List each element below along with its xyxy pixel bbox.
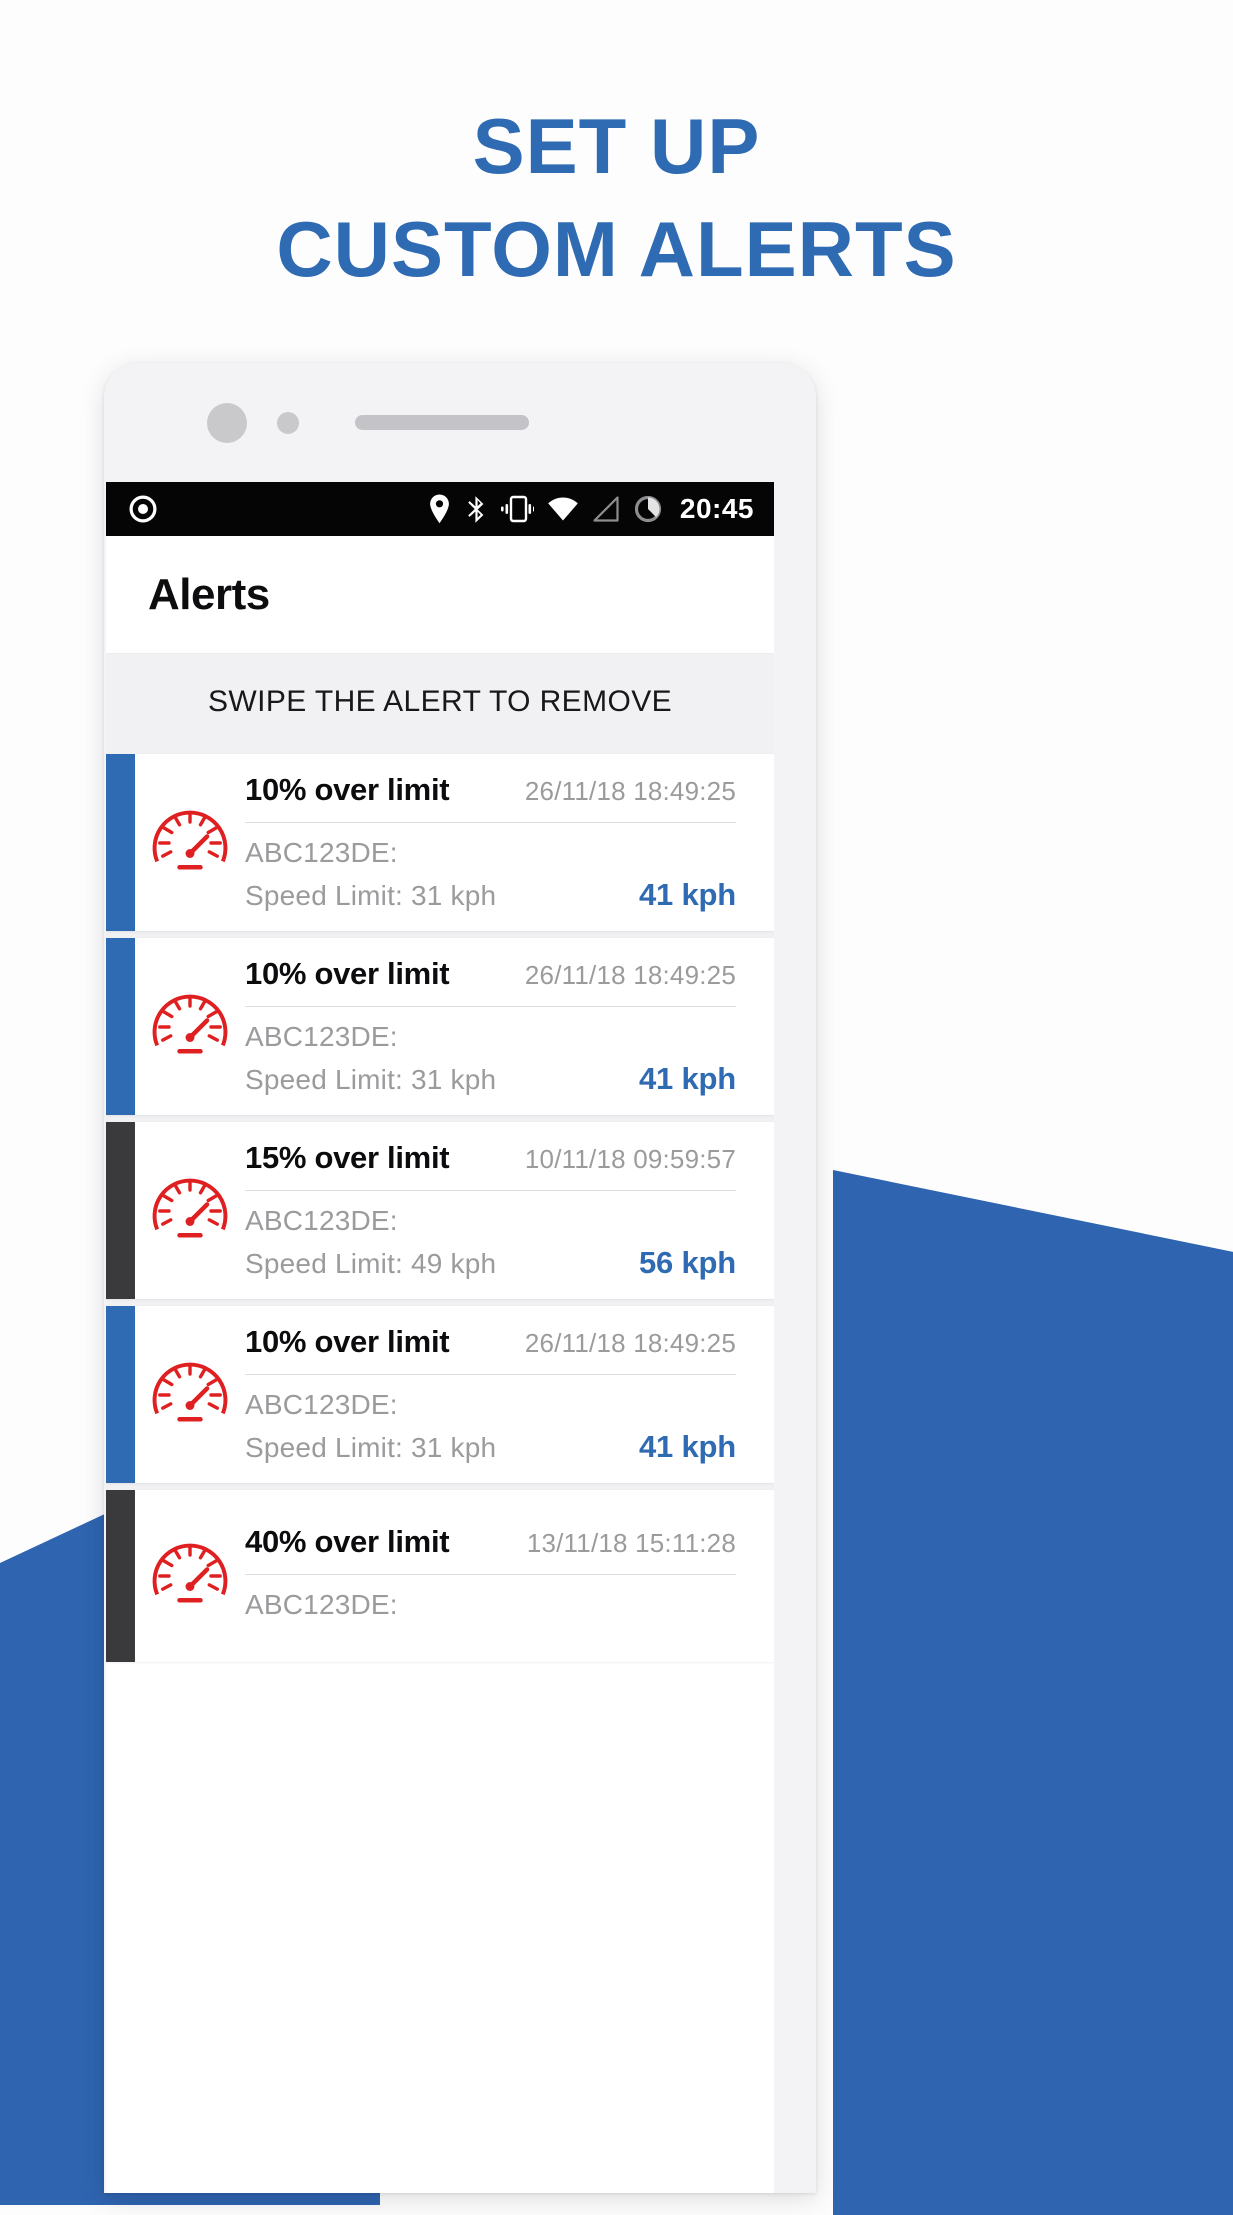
alert-detail-row: Speed Limit: 31 kph 41 kph (245, 1429, 736, 1465)
alert-vehicle-plate: ABC123DE: (245, 1588, 398, 1620)
alert-card-4[interactable]: 40% over limit 13/11/18 15:11:28 ABC123D… (106, 1490, 774, 1662)
alert-icon-wrap (135, 754, 245, 931)
alert-icon-wrap (135, 938, 245, 1115)
alert-vehicle-plate: ABC123DE: (245, 1021, 398, 1052)
cell-signal-icon (593, 496, 619, 522)
alert-timestamp: 10/11/18 09:59:57 (524, 1144, 736, 1174)
speedometer-icon (152, 810, 228, 870)
battery-circle-icon (634, 495, 661, 523)
alert-header-row: 40% over limit 13/11/18 15:11:28 (245, 1524, 736, 1575)
front-camera-icon (207, 402, 247, 443)
alert-severity-accent-bar (106, 754, 135, 931)
headline-line-1: SET UP (472, 102, 761, 190)
alert-title: 10% over limit (245, 772, 450, 807)
record-circle-icon (129, 495, 157, 523)
alert-icon-wrap (135, 1490, 245, 1662)
alert-title: 15% over limit (245, 1140, 450, 1175)
proximity-sensor-icon (277, 411, 299, 434)
alert-timestamp: 26/11/18 18:49:25 (524, 776, 736, 806)
alert-body: 10% over limit 26/11/18 18:49:25 ABC123D… (245, 1306, 774, 1483)
alert-severity-accent-bar (106, 1490, 135, 1662)
alert-header-row: 10% over limit 26/11/18 18:49:25 (245, 772, 736, 823)
alert-speed-limit: Speed Limit: 31 kph (245, 1064, 497, 1095)
speedometer-icon (152, 1178, 228, 1238)
alert-vehicle-plate: ABC123DE: (245, 1205, 398, 1236)
alert-severity-accent-bar (106, 1122, 135, 1299)
page-title: Alerts (148, 569, 270, 619)
alert-recorded-speed: 41 kph (638, 877, 736, 912)
alert-card-0[interactable]: 10% over limit 26/11/18 18:49:25 ABC123D… (106, 754, 774, 931)
swipe-hint-text: SWIPE THE ALERT TO REMOVE (207, 685, 673, 718)
alert-title: 40% over limit (245, 1523, 450, 1559)
alert-header-row: 15% over limit 10/11/18 09:59:57 (245, 1140, 736, 1191)
alert-vehicle-plate: ABC123DE: (245, 837, 398, 868)
alert-title: 10% over limit (245, 1324, 450, 1359)
alert-header-row: 10% over limit 26/11/18 18:49:25 (245, 956, 736, 1007)
alert-recorded-speed: 41 kph (638, 1061, 736, 1096)
alert-vehicle-plate: ABC123DE: (245, 1389, 398, 1420)
location-pin-icon (429, 494, 449, 524)
app-bar: Alerts (106, 536, 774, 654)
alert-body: 10% over limit 26/11/18 18:49:25 ABC123D… (245, 754, 774, 931)
alert-timestamp: 26/11/18 18:49:25 (524, 960, 736, 990)
alert-detail-row: Speed Limit: 31 kph 41 kph (245, 877, 736, 913)
speedometer-icon (152, 1362, 228, 1422)
alert-header-row: 10% over limit 26/11/18 18:49:25 (245, 1324, 736, 1375)
phone-screen: 20:45 Alerts SWIPE THE ALERT TO REMOVE 1… (106, 482, 774, 2193)
alert-recorded-speed: 56 kph (638, 1245, 736, 1280)
speedometer-icon (152, 994, 228, 1054)
alert-body: 15% over limit 10/11/18 09:59:57 ABC123D… (245, 1122, 774, 1299)
alert-detail-row: Speed Limit: 49 kph 56 kph (245, 1245, 736, 1281)
alert-title: 10% over limit (245, 956, 450, 991)
headline-line-2: CUSTOM ALERTS (276, 204, 957, 293)
alert-severity-accent-bar (106, 938, 135, 1115)
wifi-icon (548, 497, 578, 521)
alert-icon-wrap (135, 1122, 245, 1299)
earpiece-speaker (355, 415, 529, 430)
alert-body: 40% over limit 13/11/18 15:11:28 ABC123D… (245, 1490, 774, 1662)
phone-mockup: 20:45 Alerts SWIPE THE ALERT TO REMOVE 1… (104, 363, 816, 2193)
marketing-headline: SET UP CUSTOM ALERTS (0, 95, 1233, 301)
status-bar: 20:45 (106, 482, 774, 536)
alert-list[interactable]: 10% over limit 26/11/18 18:49:25 ABC123D… (106, 750, 774, 1662)
alert-card-1[interactable]: 10% over limit 26/11/18 18:49:25 ABC123D… (106, 938, 774, 1115)
alert-speed-limit: Speed Limit: 31 kph (245, 1432, 497, 1463)
alert-card-3[interactable]: 10% over limit 26/11/18 18:49:25 ABC123D… (106, 1306, 774, 1483)
alert-recorded-speed: 41 kph (638, 1429, 736, 1464)
alert-speed-limit: Speed Limit: 31 kph (245, 880, 497, 911)
alert-body: 10% over limit 26/11/18 18:49:25 ABC123D… (245, 938, 774, 1115)
alert-timestamp: 13/11/18 15:11:28 (526, 1527, 736, 1558)
phone-top-bezel (104, 363, 816, 482)
status-bar-clock: 20:45 (679, 493, 754, 524)
background-wedge-right (833, 1170, 1233, 2215)
status-bar-left (128, 494, 158, 524)
alert-icon-wrap (135, 1306, 245, 1483)
alert-timestamp: 26/11/18 18:49:25 (524, 1328, 736, 1358)
alert-detail-row: Speed Limit: 31 kph 41 kph (245, 1061, 736, 1097)
status-bar-right: 20:45 (427, 493, 754, 525)
vibrate-icon (500, 495, 534, 523)
alert-card-2[interactable]: 15% over limit 10/11/18 09:59:57 ABC123D… (106, 1122, 774, 1299)
bluetooth-icon (468, 495, 484, 523)
alert-speed-limit: Speed Limit: 49 kph (245, 1248, 497, 1279)
alert-severity-accent-bar (106, 1306, 135, 1483)
swipe-hint-banner: SWIPE THE ALERT TO REMOVE (106, 654, 774, 750)
speedometer-icon (152, 1543, 228, 1603)
